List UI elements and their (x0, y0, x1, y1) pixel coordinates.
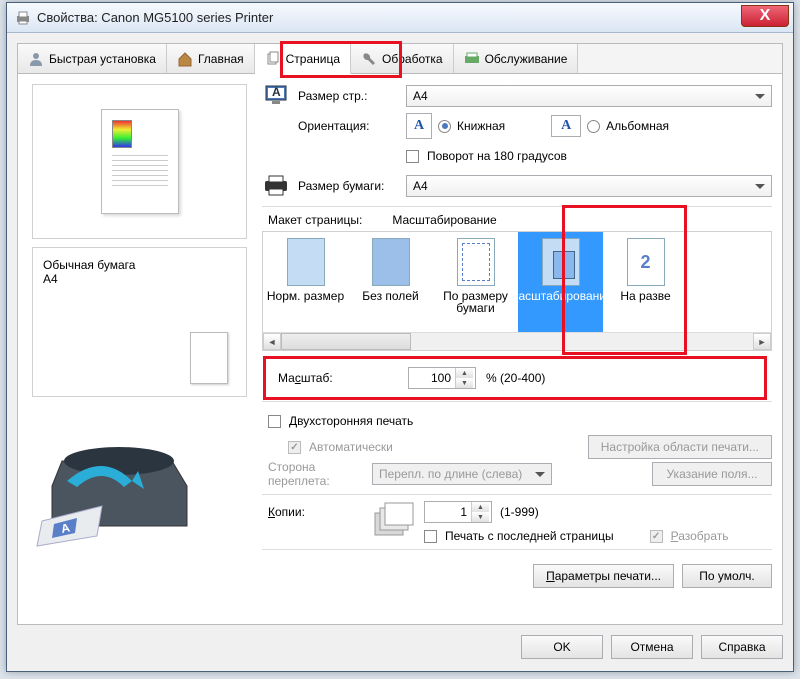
portrait-label[interactable]: Книжная (457, 119, 505, 133)
print-params-button[interactable]: Параметры печати... (533, 564, 674, 588)
collate-checkbox (650, 530, 663, 543)
printer-illustration: A (32, 421, 202, 561)
layout-split[interactable]: 2 На разве (603, 232, 688, 332)
printer-icon (15, 10, 31, 26)
media-size: A4 (43, 272, 236, 286)
layout-value: Масштабирование (392, 213, 496, 227)
print-area-button: Настройка области печати... (588, 435, 772, 459)
layout-fit[interactable]: По размеру бумаги (433, 232, 518, 332)
titlebar: Свойства: Canon MG5100 series Printer Х (7, 3, 793, 33)
copies-label: Копии: (268, 501, 364, 519)
cancel-button[interactable]: Отмена (611, 635, 693, 659)
collate-label: Разобрать (671, 529, 729, 543)
copies-up[interactable]: ▲ (472, 502, 489, 512)
layout-scrollbar[interactable]: ◄ ► (263, 332, 771, 350)
copies-input[interactable] (425, 502, 471, 522)
scale-spinner[interactable]: ▲▼ (408, 367, 476, 389)
tab-main[interactable]: Главная (167, 44, 255, 73)
house-icon (177, 51, 193, 67)
binding-select: Перепл. по длине (слева) (372, 463, 552, 485)
scale-down[interactable]: ▼ (456, 378, 473, 388)
tab-page[interactable]: Страница (255, 44, 351, 74)
landscape-radio[interactable] (587, 120, 600, 133)
landscape-icon: A (551, 115, 581, 137)
margin-button: Указание поля... (652, 462, 772, 486)
close-button[interactable]: Х (741, 5, 789, 27)
pages-icon (265, 51, 281, 67)
copies-down[interactable]: ▼ (472, 512, 489, 522)
tab-service[interactable]: Обслуживание (454, 44, 579, 73)
duplex-label[interactable]: Двухсторонняя печать (289, 414, 413, 428)
scale-range: % (20-400) (486, 371, 545, 385)
profile-icon (28, 51, 44, 67)
scroll-right-button[interactable]: ► (753, 333, 771, 350)
svg-text:A: A (272, 85, 281, 99)
binding-label: Сторона переплета: (268, 460, 364, 488)
tab-processing[interactable]: Обработка (351, 44, 454, 73)
dialog-footer: OK Отмена Справка (7, 631, 783, 663)
layout-normal[interactable]: Норм. размер (263, 232, 348, 332)
auto-label: Автоматически (309, 440, 393, 454)
paper-size-label: Размер бумаги: (298, 179, 398, 193)
rotate180-checkbox[interactable] (406, 150, 419, 163)
paper-size-select[interactable]: A4 (406, 175, 772, 197)
scroll-left-button[interactable]: ◄ (263, 333, 281, 350)
media-info: Обычная бумага A4 (32, 247, 247, 397)
printer-properties-window: Свойства: Canon MG5100 series Printer Х … (6, 2, 794, 672)
monitor-icon: A (262, 82, 290, 110)
copies-range: (1-999) (500, 505, 539, 519)
layout-scale[interactable]: Масштабирование (518, 232, 603, 332)
copies-icon (372, 501, 416, 541)
scale-label: Масштаб: (278, 371, 398, 385)
ok-button[interactable]: OK (521, 635, 603, 659)
from-last-checkbox[interactable] (424, 530, 437, 543)
scroll-thumb[interactable] (281, 333, 411, 350)
from-last-label[interactable]: Печать с последней страницы (445, 529, 614, 543)
duplex-checkbox[interactable] (268, 415, 281, 428)
layout-label: Макет страницы: (268, 213, 362, 227)
titlebar-text: Свойства: Canon MG5100 series Printer (37, 10, 741, 25)
auto-checkbox (288, 441, 301, 454)
tab-strip: Быстрая установка Главная Страница Обраб… (18, 44, 782, 74)
right-column: A Размер стр.: A4 Ориентация: A Книжная (258, 74, 782, 624)
gear-icon (464, 51, 480, 67)
orientation-label: Ориентация: (298, 119, 398, 133)
page-size-select[interactable]: A4 (406, 85, 772, 107)
portrait-radio[interactable] (438, 120, 451, 133)
media-type: Обычная бумага (43, 258, 236, 272)
landscape-label[interactable]: Альбомная (606, 119, 669, 133)
page-size-label: Размер стр.: (298, 89, 398, 103)
portrait-icon: A (406, 113, 432, 139)
copies-spinner[interactable]: ▲▼ (424, 501, 492, 523)
printer-small-icon (262, 172, 290, 200)
layout-picker: Норм. размер Без полей По размеру бумаги (262, 231, 772, 351)
layout-borderless[interactable]: Без полей (348, 232, 433, 332)
help-button[interactable]: Справка (701, 635, 783, 659)
page-preview (32, 84, 247, 239)
tab-quick-setup[interactable]: Быстрая установка (18, 44, 167, 73)
scale-up[interactable]: ▲ (456, 368, 473, 378)
wrench-icon (361, 51, 377, 67)
left-column: Обычная бумага A4 A (18, 74, 258, 624)
scale-input[interactable] (409, 368, 455, 388)
defaults-button[interactable]: По умолч. (682, 564, 772, 588)
rotate180-label[interactable]: Поворот на 180 градусов (427, 149, 567, 163)
dialog-content: Быстрая установка Главная Страница Обраб… (17, 43, 783, 625)
